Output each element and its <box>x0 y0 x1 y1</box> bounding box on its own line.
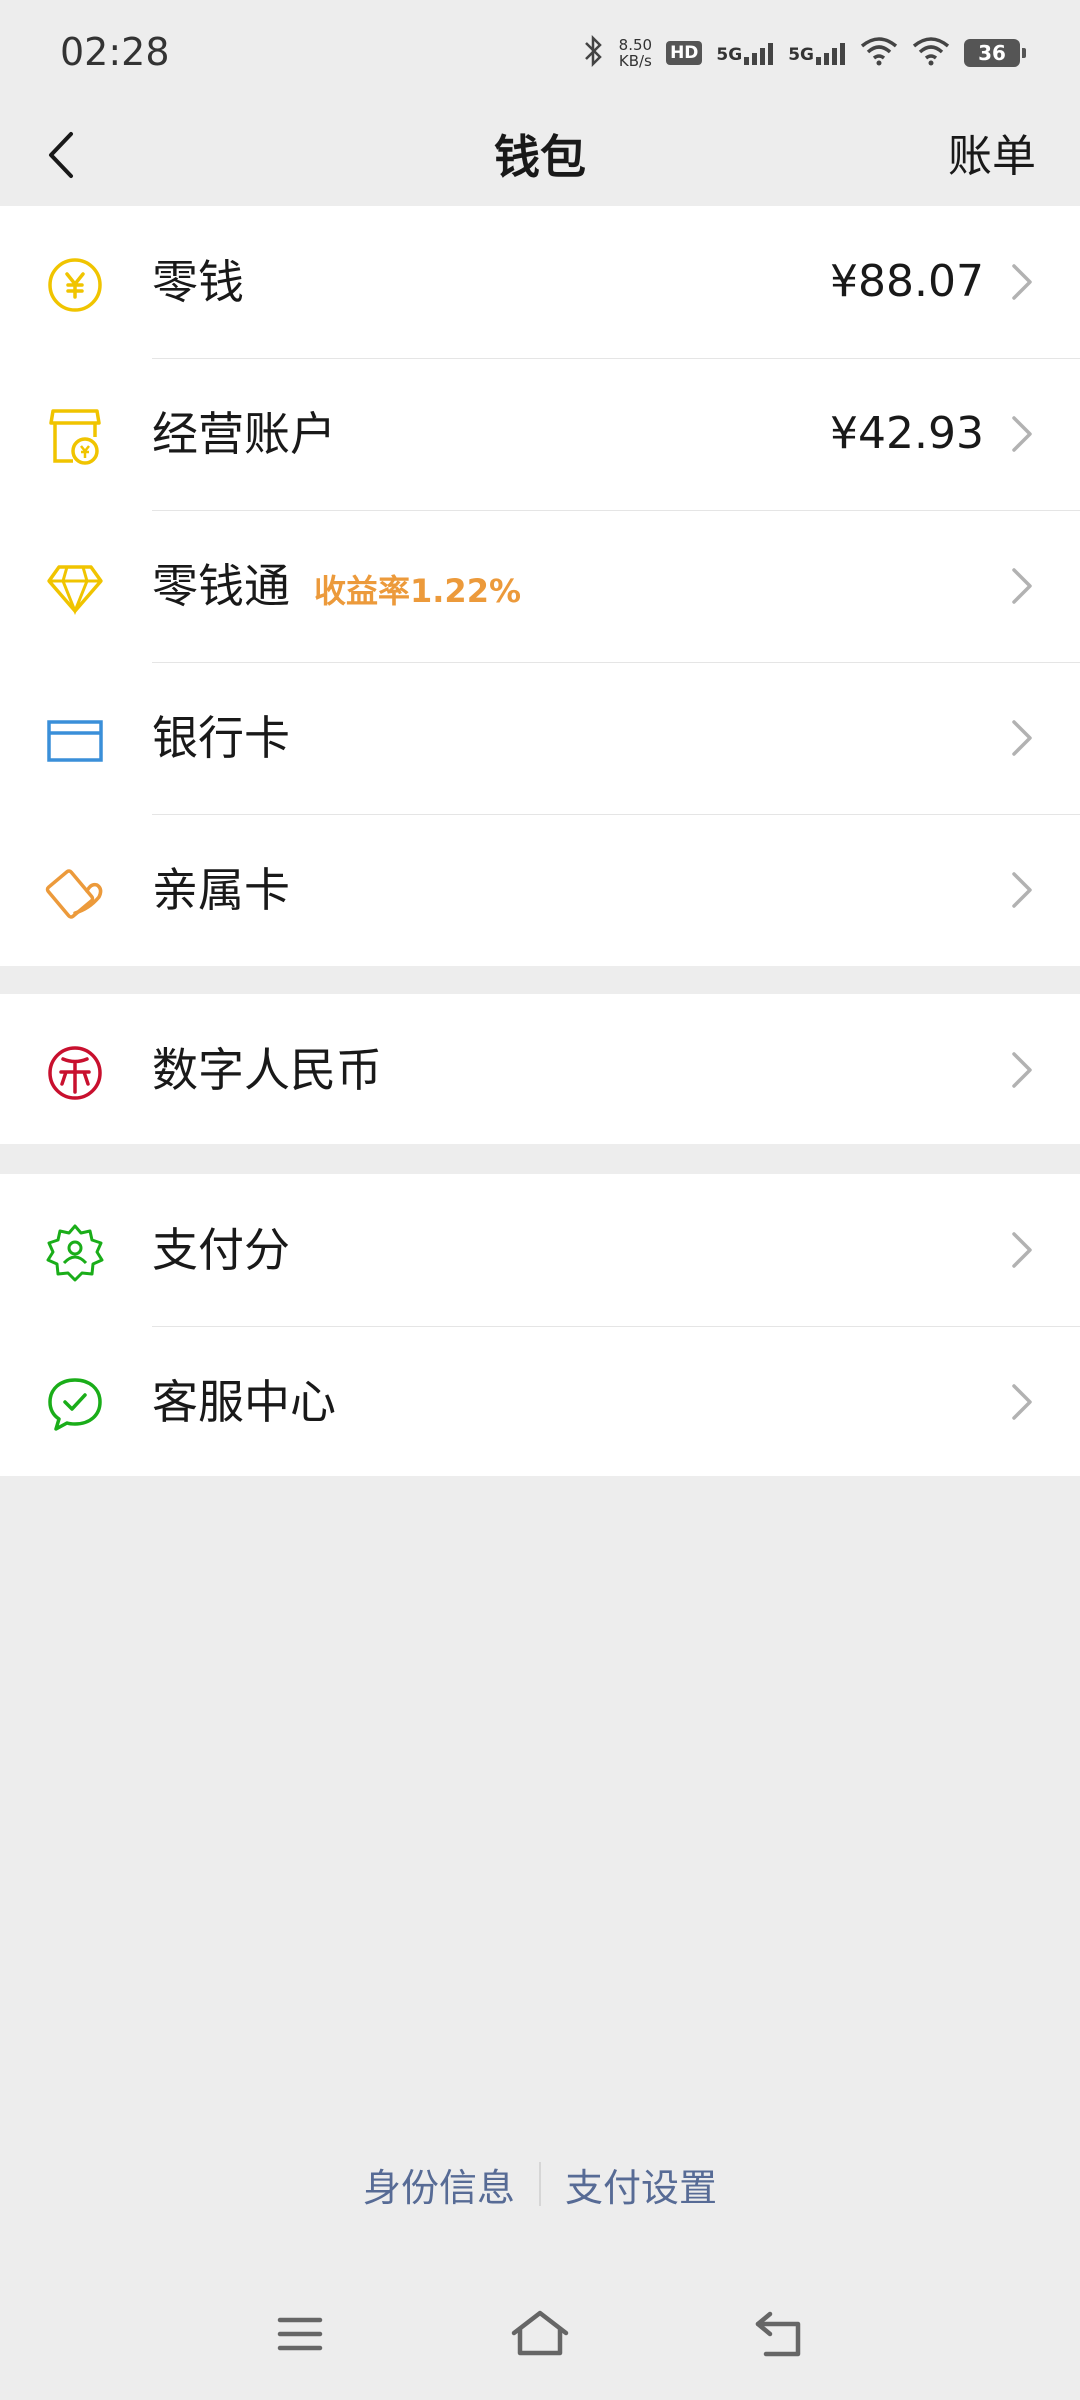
net-speed: 8.50 KB/s <box>618 36 653 70</box>
family-card-icon <box>44 862 106 924</box>
balance-value: ¥42.93 <box>830 408 984 459</box>
menu-label: 支付分 <box>152 1223 290 1277</box>
menu-item-change[interactable]: 零钱 ¥88.07 <box>0 206 1080 358</box>
chevron-right-icon <box>1008 566 1036 606</box>
menu-item-family-card[interactable]: 亲属卡 <box>0 814 1080 966</box>
link-separator <box>539 2162 541 2206</box>
signal-5g-icon-2: 5G <box>788 41 846 65</box>
menu-label: 零钱通 收益率1.22% <box>152 559 522 613</box>
wallet-section-main: 零钱 ¥88.07 经营账户 ¥42.93 零钱通 收益率1.22% 银行卡 亲… <box>0 206 1080 966</box>
yield-rate-badge: 收益率1.22% <box>314 572 522 610</box>
chevron-right-icon <box>1008 1230 1036 1270</box>
bluetooth-icon <box>583 34 605 72</box>
menu-item-bank-card[interactable]: 银行卡 <box>0 662 1080 814</box>
menu-label: 数字人民币 <box>152 1043 382 1097</box>
menu-label: 客服中心 <box>152 1375 336 1429</box>
payment-settings-link[interactable]: 支付设置 <box>565 2157 717 2212</box>
page-title: 钱包 <box>494 130 586 184</box>
wifi-plus-icon <box>860 36 898 70</box>
menu-item-pay-score[interactable]: 支付分 <box>0 1174 1080 1326</box>
chevron-right-icon <box>1008 1050 1036 1090</box>
chevron-right-icon <box>1008 262 1036 302</box>
wallet-section-services: 支付分 客服中心 <box>0 1174 1080 1476</box>
customer-service-icon <box>44 1374 106 1436</box>
status-bar: 02:28 8.50 KB/s HD 5G 5G 36 <box>0 0 1080 110</box>
balance-value: ¥88.07 <box>830 256 984 307</box>
shop-icon <box>44 406 106 468</box>
wallet-section-digital-rmb: 数字人民币 <box>0 994 1080 1144</box>
identity-info-link[interactable]: 身份信息 <box>363 2157 515 2212</box>
bill-button[interactable]: 账单 <box>948 124 1036 190</box>
system-nav-bar <box>0 2290 1080 2380</box>
menu-item-lingqiantong[interactable]: 零钱通 收益率1.22% <box>0 510 1080 662</box>
menu-icon <box>276 2314 324 2358</box>
menu-item-customer-service[interactable]: 客服中心 <box>0 1326 1080 1478</box>
footer-links: 身份信息 支付设置 <box>0 2150 1080 2218</box>
chevron-right-icon <box>1008 414 1036 454</box>
menu-button[interactable] <box>268 2304 332 2368</box>
diamond-icon <box>44 558 106 620</box>
return-icon <box>754 2310 806 2362</box>
hd-icon: HD <box>666 41 703 65</box>
nav-bar: 钱包 账单 <box>0 110 1080 206</box>
battery-icon: 36 <box>964 39 1026 67</box>
back-system-button[interactable] <box>748 2304 812 2368</box>
menu-label: 亲属卡 <box>152 863 290 917</box>
menu-item-digital-rmb[interactable]: 数字人民币 <box>0 994 1080 1146</box>
menu-label: 银行卡 <box>152 711 290 765</box>
menu-item-business-account[interactable]: 经营账户 ¥42.93 <box>0 358 1080 510</box>
status-icons: 8.50 KB/s HD 5G 5G 36 <box>583 28 1026 78</box>
chevron-right-icon <box>1008 870 1036 910</box>
wifi-icon <box>912 36 950 70</box>
digital-rmb-icon <box>44 1042 106 1104</box>
status-time: 02:28 <box>60 30 170 74</box>
home-icon <box>510 2309 570 2363</box>
home-button[interactable] <box>508 2304 572 2368</box>
chevron-right-icon <box>1008 1382 1036 1422</box>
bank-card-icon <box>44 710 106 772</box>
chevron-right-icon <box>1008 718 1036 758</box>
menu-label: 经营账户 <box>152 407 336 461</box>
menu-label: 零钱 <box>152 255 244 309</box>
signal-5g-icon-1: 5G <box>716 41 774 65</box>
coin-yuan-icon <box>44 254 106 316</box>
pay-score-icon <box>44 1222 106 1284</box>
